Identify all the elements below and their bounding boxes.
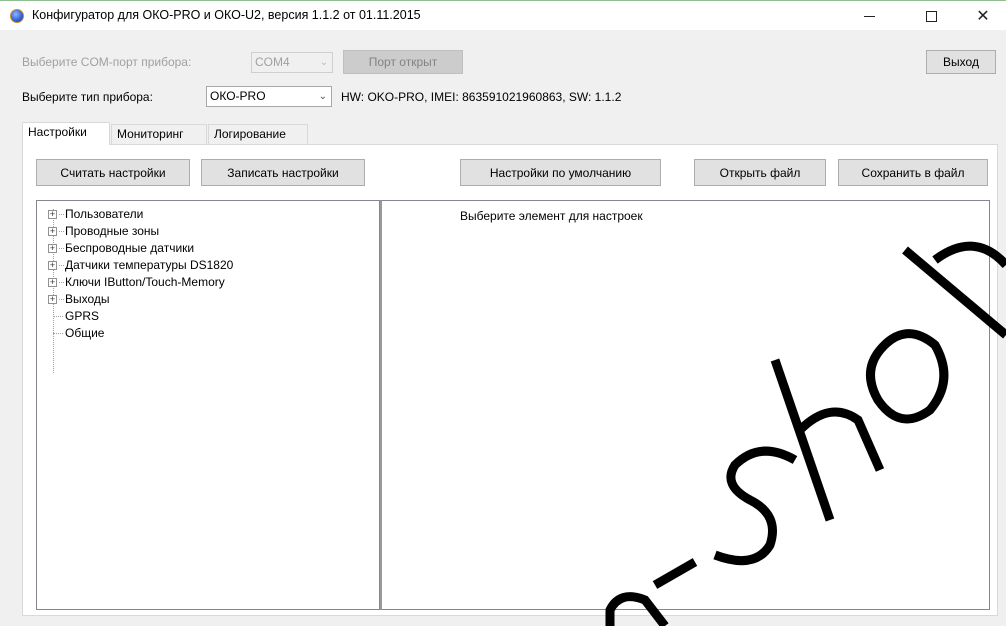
- tree-item-label: GPRS: [65, 309, 100, 323]
- tree-connector-line: [59, 282, 64, 283]
- expand-icon[interactable]: +: [48, 261, 57, 270]
- settings-tree[interactable]: + Пользователи + Проводные зоны + Беспро…: [36, 200, 380, 610]
- default-settings-button[interactable]: Настройки по умолчанию: [460, 159, 661, 186]
- tree-connector-line: [59, 299, 64, 300]
- tree-item-label: Общие: [65, 326, 105, 340]
- title-bar: Конфигуратор для ОКО-PRO и ОКО-U2, верси…: [0, 0, 1006, 30]
- expand-icon[interactable]: +: [48, 278, 57, 287]
- com-port-label: Выберите COM-порт прибора:: [22, 55, 192, 69]
- device-info: HW: OKO-PRO, IMEI: 863591021960863, SW: …: [341, 90, 622, 104]
- save-to-file-button[interactable]: Сохранить в файл: [838, 159, 988, 186]
- close-window-button[interactable]: ✕: [960, 1, 1006, 31]
- settings-hint: Выберите элемент для настроек: [460, 209, 643, 223]
- tree-connector-line: [59, 231, 64, 232]
- expand-icon[interactable]: +: [48, 295, 57, 304]
- tab-settings[interactable]: Настройки: [22, 122, 110, 145]
- chevron-down-icon: ⌄: [319, 57, 328, 68]
- device-type-label: Выберите тип прибора:: [22, 90, 153, 104]
- tab-monitoring[interactable]: Мониторинг: [111, 124, 207, 144]
- minimize-button[interactable]: [846, 1, 892, 31]
- tree-connector-line: [59, 214, 64, 215]
- chevron-down-icon: ⌄: [318, 91, 327, 102]
- device-type-select[interactable]: ОКО-PRO ⌄: [206, 86, 332, 107]
- minimize-icon: [863, 15, 875, 17]
- tree-item-label: Пользователи: [65, 207, 144, 221]
- read-settings-button[interactable]: Считать настройки: [36, 159, 190, 186]
- com-port-value: COM4: [255, 55, 290, 69]
- port-open-button[interactable]: Порт открыт: [343, 50, 463, 74]
- tree-connector-line: [59, 248, 64, 249]
- tree-item-label: Датчики температуры DS1820: [65, 258, 234, 272]
- close-icon: ✕: [976, 8, 990, 25]
- expand-icon[interactable]: +: [48, 227, 57, 236]
- write-settings-button[interactable]: Записать настройки: [201, 159, 365, 186]
- com-port-select[interactable]: COM4 ⌄: [251, 52, 333, 73]
- open-file-button[interactable]: Открыть файл: [694, 159, 826, 186]
- tree-item-label: Ключи IButton/Touch-Memory: [65, 275, 225, 289]
- maximize-icon: [925, 10, 937, 22]
- tree-item-label: Проводные зоны: [65, 224, 160, 238]
- device-type-value: ОКО-PRO: [210, 89, 266, 103]
- tab-logging[interactable]: Логирование: [208, 124, 308, 144]
- app-logo-icon: [10, 9, 24, 23]
- tree-connector-line: [53, 316, 63, 317]
- maximize-button[interactable]: [908, 1, 954, 31]
- window-title: Конфигуратор для ОКО-PRO и ОКО-U2, верси…: [32, 8, 421, 22]
- exit-button[interactable]: Выход: [926, 50, 996, 74]
- tree-connector-line: [53, 333, 63, 334]
- expand-icon[interactable]: +: [48, 210, 57, 219]
- tree-item-label: Беспроводные датчики: [65, 241, 195, 255]
- expand-icon[interactable]: +: [48, 244, 57, 253]
- tree-connector-line: [59, 265, 64, 266]
- tree-item-label: Выходы: [65, 292, 110, 306]
- settings-details-panel: Выберите элемент для настроек: [380, 200, 990, 610]
